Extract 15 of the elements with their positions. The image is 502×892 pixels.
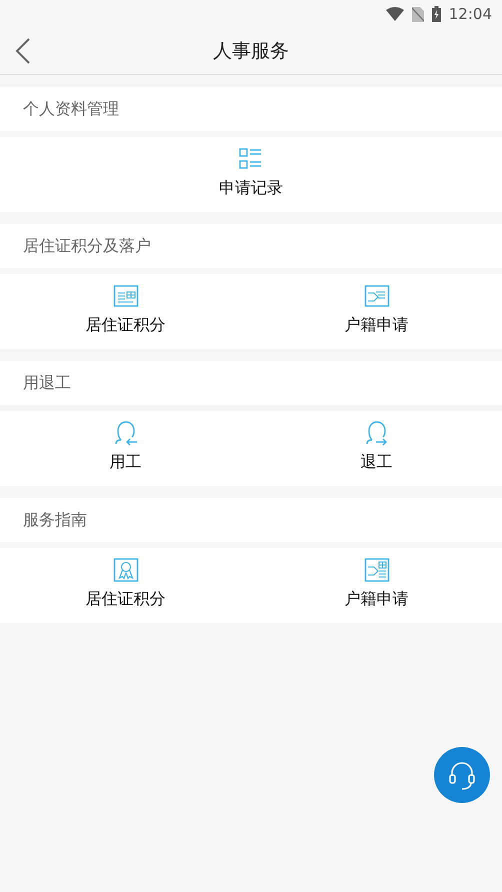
person-arrow-icon [364, 420, 390, 446]
no-sim-icon [412, 6, 424, 22]
section-title: 服务指南 [23, 509, 87, 531]
page-title: 人事服务 [213, 38, 289, 64]
person-arrow-icon [112, 420, 138, 446]
award-icon [112, 557, 138, 583]
time-text: 12:04 [448, 4, 492, 25]
card-icon [112, 283, 138, 309]
section-title: 用退工 [23, 372, 71, 394]
battery-icon [432, 6, 441, 22]
headset-icon [446, 759, 478, 791]
section-title: 个人资料管理 [23, 98, 119, 120]
wifi-icon [386, 7, 404, 21]
section-title: 居住证积分及落户 [23, 235, 151, 257]
back-button[interactable] [14, 38, 32, 64]
